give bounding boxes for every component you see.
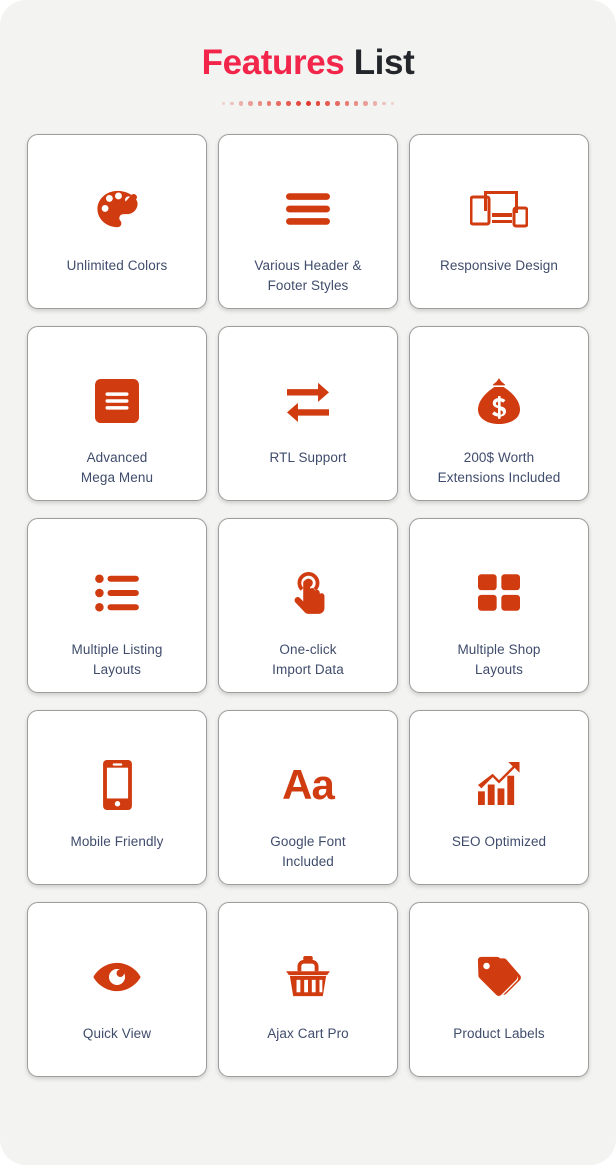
divider-dot — [363, 101, 368, 106]
font-aa-glyph: Aa — [282, 760, 335, 808]
divider-dot — [276, 101, 281, 106]
feature-card-label: SEO Optimized — [451, 833, 547, 849]
divider-dot — [248, 101, 253, 106]
feature-card[interactable]: Product Labels — [409, 901, 589, 1077]
title-dot-divider — [0, 100, 616, 108]
feature-card[interactable]: Quick View — [27, 901, 207, 1077]
page-title: Features List — [0, 43, 616, 83]
feature-card-label: 200$ Worth Extensions Included — [437, 449, 561, 485]
responsive-devices-icon — [470, 179, 528, 239]
divider-dot — [295, 101, 301, 106]
feature-card-label: Product Labels — [453, 1025, 545, 1041]
feature-card[interactable]: SEO Optimized — [409, 709, 589, 885]
exchange-arrows-icon — [286, 371, 330, 431]
feature-card[interactable]: Advanced Mega Menu — [27, 325, 207, 501]
list-ul-icon — [95, 563, 139, 623]
tags-icon — [476, 947, 522, 1007]
divider-dot — [372, 101, 377, 106]
feature-card[interactable]: Multiple Listing Layouts — [27, 517, 207, 693]
mobile-phone-icon — [102, 755, 132, 815]
money-bag-icon — [476, 371, 522, 431]
feature-card[interactable]: One-click Import Data — [218, 517, 398, 693]
feature-card-label: Ajax Cart Pro — [267, 1025, 349, 1041]
feature-card-label: Unlimited Colors — [66, 257, 168, 273]
eye-icon — [93, 947, 141, 1007]
feature-card[interactable]: Various Header & Footer Styles — [218, 133, 398, 309]
feature-card-label: Responsive Design — [439, 257, 558, 273]
feature-card[interactable]: Ajax Cart Pro — [218, 901, 398, 1077]
divider-dot — [325, 101, 331, 106]
font-aa-icon: Aa — [282, 755, 335, 815]
palette-icon — [93, 179, 142, 239]
features-list-page: Features List Unlimited Colors Various He… — [0, 0, 616, 1165]
feature-card[interactable]: Aa Google Font Included — [218, 709, 398, 885]
divider-dot — [305, 101, 311, 106]
feature-card-label: Mobile Friendly — [70, 833, 164, 849]
menu-square-icon — [95, 371, 139, 431]
feature-card[interactable]: 200$ Worth Extensions Included — [409, 325, 589, 501]
chart-arrow-up-icon — [477, 755, 521, 815]
features-grid: Unlimited Colors Various Header & Footer S… — [27, 133, 589, 1077]
feature-card-label: Various Header & Footer Styles — [254, 257, 362, 293]
divider-dot — [230, 101, 235, 106]
feature-card-label: Quick View — [82, 1025, 152, 1041]
grid-four-squares-icon — [478, 563, 520, 623]
bars-icon — [286, 179, 330, 239]
divider-dot — [221, 101, 226, 106]
shopping-basket-icon — [286, 947, 330, 1007]
feature-card-label: Google Font Included — [270, 833, 346, 869]
divider-dot — [354, 101, 359, 106]
feature-card[interactable]: Unlimited Colors — [27, 133, 207, 309]
divider-dot — [335, 101, 340, 106]
feature-card-label: Advanced Mega Menu — [80, 449, 154, 485]
page-title-plain: List — [353, 43, 415, 82]
feature-card-label: One-click Import Data — [272, 641, 344, 677]
divider-dot — [344, 101, 350, 106]
divider-dot — [315, 101, 321, 106]
page-header: Features List — [0, 0, 616, 108]
divider-dot — [285, 101, 291, 106]
divider-dot — [266, 101, 272, 106]
feature-card[interactable]: Responsive Design — [409, 133, 589, 309]
divider-dot — [390, 101, 395, 106]
feature-card-label: Multiple Shop Layouts — [457, 641, 541, 677]
feature-card[interactable]: Mobile Friendly — [27, 709, 207, 885]
feature-card-label: RTL Support — [269, 449, 347, 465]
page-title-accent: Features — [201, 43, 345, 82]
feature-card[interactable]: Multiple Shop Layouts — [409, 517, 589, 693]
divider-dot — [239, 101, 244, 106]
divider-dot — [381, 101, 386, 106]
feature-card-label: Multiple Listing Layouts — [71, 641, 163, 677]
hand-pointer-click-icon — [286, 563, 330, 623]
feature-card[interactable]: RTL Support — [218, 325, 398, 501]
divider-dot — [257, 101, 262, 106]
